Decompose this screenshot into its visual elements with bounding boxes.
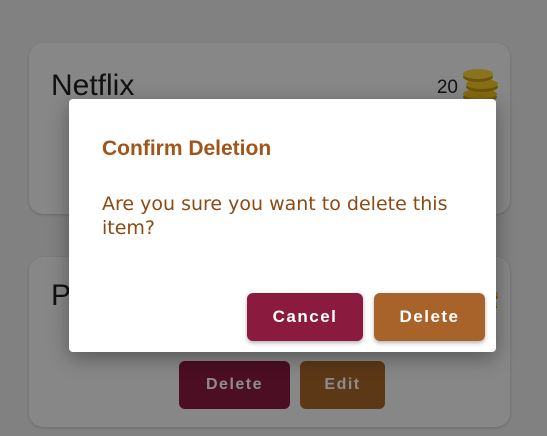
dialog-message: Are you sure you want to delete this ite… (102, 193, 448, 239)
confirm-delete-dialog: Confirm Deletion Are you sure you want t… (69, 99, 496, 352)
confirm-delete-button[interactable]: Delete (374, 293, 485, 341)
dialog-title: Confirm Deletion (102, 137, 272, 160)
cancel-button[interactable]: Cancel (247, 293, 363, 341)
